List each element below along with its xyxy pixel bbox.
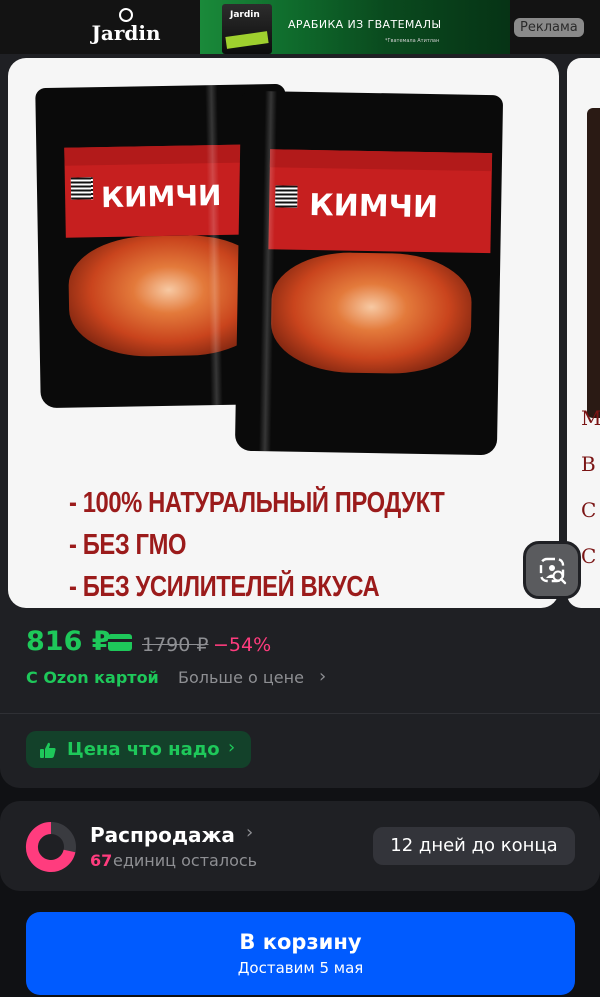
qr-code-icon [70, 177, 94, 200]
good-price-chip[interactable]: Цена что надо › [26, 731, 251, 768]
ad-pack-stripe [225, 31, 269, 49]
ad-pack-label: Jardin [230, 10, 260, 20]
ad-headline: АРАБИКА ИЗ ГВАТЕМАЛЫ [288, 18, 442, 31]
thumbs-up-icon [40, 742, 56, 758]
pouch-brand-text: КИМЧИ [308, 187, 439, 226]
cart-title: В корзину [239, 930, 362, 954]
ad-banner[interactable]: Jardin Jardin АРАБИКА ИЗ ГВАТЕМАЛЫ *Гват… [0, 0, 600, 54]
product-features: - 100% НАТУРАЛЬНЫЙ ПРОДУКТ - БЕЗ ГМО - Б… [69, 482, 527, 608]
qr-code-icon [275, 185, 298, 208]
next-image-letter: С [581, 544, 597, 568]
add-to-cart-button[interactable]: В корзину Доставим 5 мая [26, 912, 575, 995]
chevron-right-icon: › [228, 737, 236, 758]
ozon-card-label: С Ozon картой [26, 668, 159, 687]
image-search-icon [539, 557, 567, 585]
next-image-letter: М [581, 406, 600, 430]
chevron-right-icon: › [246, 822, 254, 843]
product-image[interactable]: КИМЧИ КИМЧИ - 100% НАТУРАЛЬНЫЙ ПРОДУКТ -… [8, 58, 559, 608]
next-product-image[interactable]: М В С С [567, 58, 600, 608]
image-search-button[interactable] [523, 541, 581, 599]
delivery-date: Доставим 5 мая [237, 959, 364, 977]
next-image-letter: В [581, 452, 596, 476]
feature-line: - 100% НАТУРАЛЬНЫЙ ПРОДУКТ [69, 487, 445, 519]
sale-count: 67 [90, 851, 113, 870]
pouch-brand-text: КИМЧИ [100, 178, 222, 215]
feature-line: - БЕЗ УСИЛИТЕЛЕЙ ВКУСА [69, 571, 380, 603]
kimchi-contents [270, 251, 473, 375]
ozon-card-icon [108, 634, 132, 651]
ad-brand-text: Jardin [91, 21, 161, 45]
discount-badge: −54% [213, 634, 272, 656]
pouch-label: КИМЧИ [268, 149, 493, 254]
chevron-right-icon: › [319, 666, 327, 687]
ad-brand-logo: Jardin [86, 8, 166, 44]
ad-subtext: *Гватемала Атитлан [385, 38, 440, 44]
current-price: 816 ₽ [26, 626, 111, 657]
more-about-price-link[interactable]: Больше о цене [178, 668, 304, 687]
feature-line: - БЕЗ ГМО [69, 529, 187, 561]
ad-badge[interactable]: Реклама [514, 18, 584, 37]
sale-title: Распродажа [90, 823, 235, 847]
old-price: 1790 ₽ [142, 634, 209, 656]
kimchi-pouch-right: КИМЧИ [234, 90, 504, 456]
sale-card[interactable]: Распродажа › 67 единиц осталось 12 дней … [0, 801, 600, 891]
ad-coffee-pack-image: Jardin [222, 4, 272, 54]
sale-timer: 12 дней до конца [373, 827, 575, 865]
sale-count-text: единиц осталось [113, 851, 258, 870]
next-image-letter: С [581, 498, 597, 522]
divider [0, 713, 600, 714]
good-price-label: Цена что надо [67, 739, 220, 760]
ad-brand-mark-icon [119, 8, 133, 22]
sale-ring-icon [25, 821, 76, 872]
